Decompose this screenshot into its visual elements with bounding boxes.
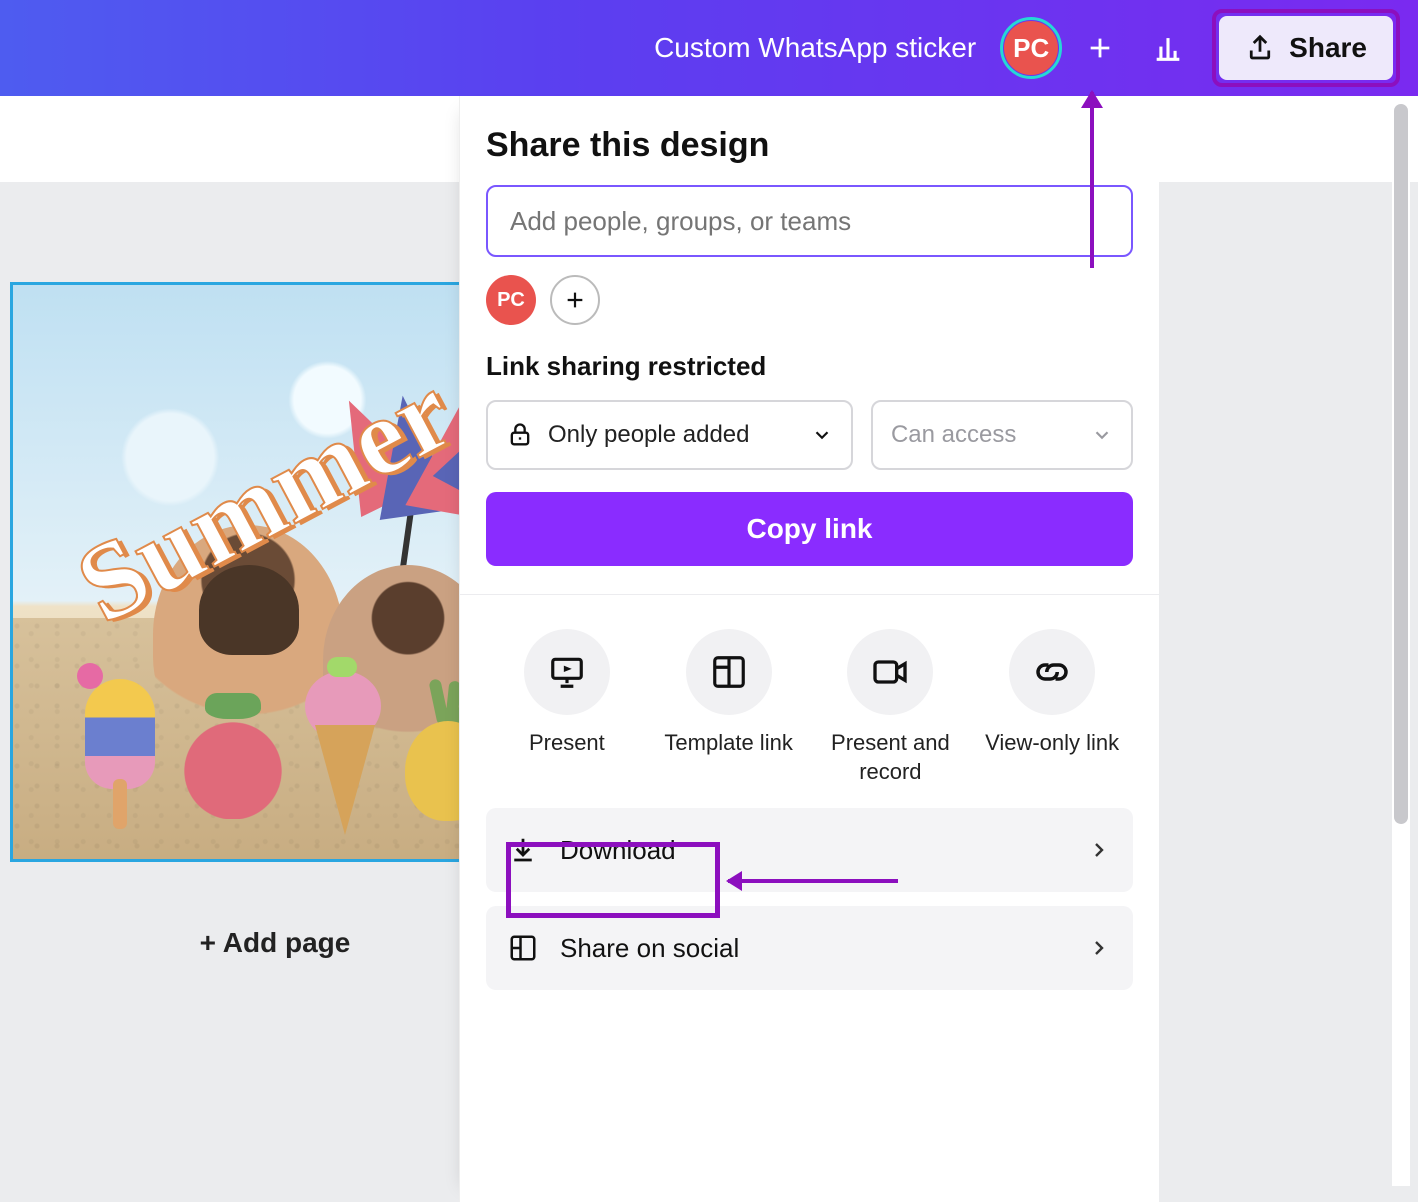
share-social-icon [508,933,538,963]
present-action[interactable]: Present [492,629,642,786]
present-icon [548,653,586,691]
share-panel-title: Share this design [486,126,1133,165]
chevron-right-icon [1087,936,1111,960]
present-record-icon [870,652,910,692]
permission-select-label: Can access [891,421,1016,449]
user-avatar[interactable]: PC [1000,17,1062,79]
visibility-select[interactable]: Only people added [486,400,853,470]
chevron-right-icon [1087,838,1111,862]
top-bar: Custom WhatsApp sticker PC Share [0,0,1418,96]
add-member-button[interactable] [1076,24,1124,72]
template-link-action-label: Template link [664,729,792,758]
chevron-down-icon [1091,424,1113,446]
upload-icon [1245,33,1275,63]
vertical-scrollbar[interactable] [1392,96,1410,1186]
plus-icon [564,289,586,311]
view-only-link-action-label: View-only link [985,729,1119,758]
view-only-link-action[interactable]: View-only link [977,629,1127,786]
view-only-link-icon [1031,651,1073,693]
share-social-row-label: Share on social [560,933,739,964]
share-button-highlight: Share [1212,9,1400,87]
share-panel: Share this design PC Link sharing restri… [459,96,1159,1202]
present-action-label: Present [529,729,605,758]
chevron-down-icon [811,424,833,446]
link-sharing-label: Link sharing restricted [486,351,1133,382]
download-row[interactable]: Download [486,808,1133,892]
shared-with-row: PC [486,275,1133,325]
download-icon [508,835,538,865]
lock-icon [506,421,534,449]
present-record-action-label: Present and record [815,729,965,786]
strawberry-graphic [183,699,283,819]
present-record-action[interactable]: Present and record [815,629,965,786]
icecream-cone-graphic [293,671,393,841]
plus-icon [1086,34,1114,62]
share-actions-row: Present Template link Present and record… [486,623,1133,790]
visibility-select-label: Only people added [548,421,750,449]
scrollbar-thumb[interactable] [1394,104,1408,824]
permission-select[interactable]: Can access [871,400,1133,470]
analytics-button[interactable] [1138,18,1198,78]
template-link-icon [710,653,748,691]
document-title[interactable]: Custom WhatsApp sticker [654,32,976,64]
copy-link-button[interactable]: Copy link [486,492,1133,566]
divider [460,594,1159,595]
template-link-action[interactable]: Template link [654,629,804,786]
popsicle-graphic [73,669,163,829]
add-member-small-button[interactable] [550,275,600,325]
member-avatar[interactable]: PC [486,275,536,325]
share-social-row[interactable]: Share on social [486,906,1133,990]
download-row-label: Download [560,835,676,866]
share-button[interactable]: Share [1219,16,1393,80]
bar-chart-icon [1151,31,1185,65]
user-avatar-initials: PC [1004,21,1058,75]
share-button-label: Share [1289,32,1367,64]
add-people-input[interactable] [486,185,1133,257]
